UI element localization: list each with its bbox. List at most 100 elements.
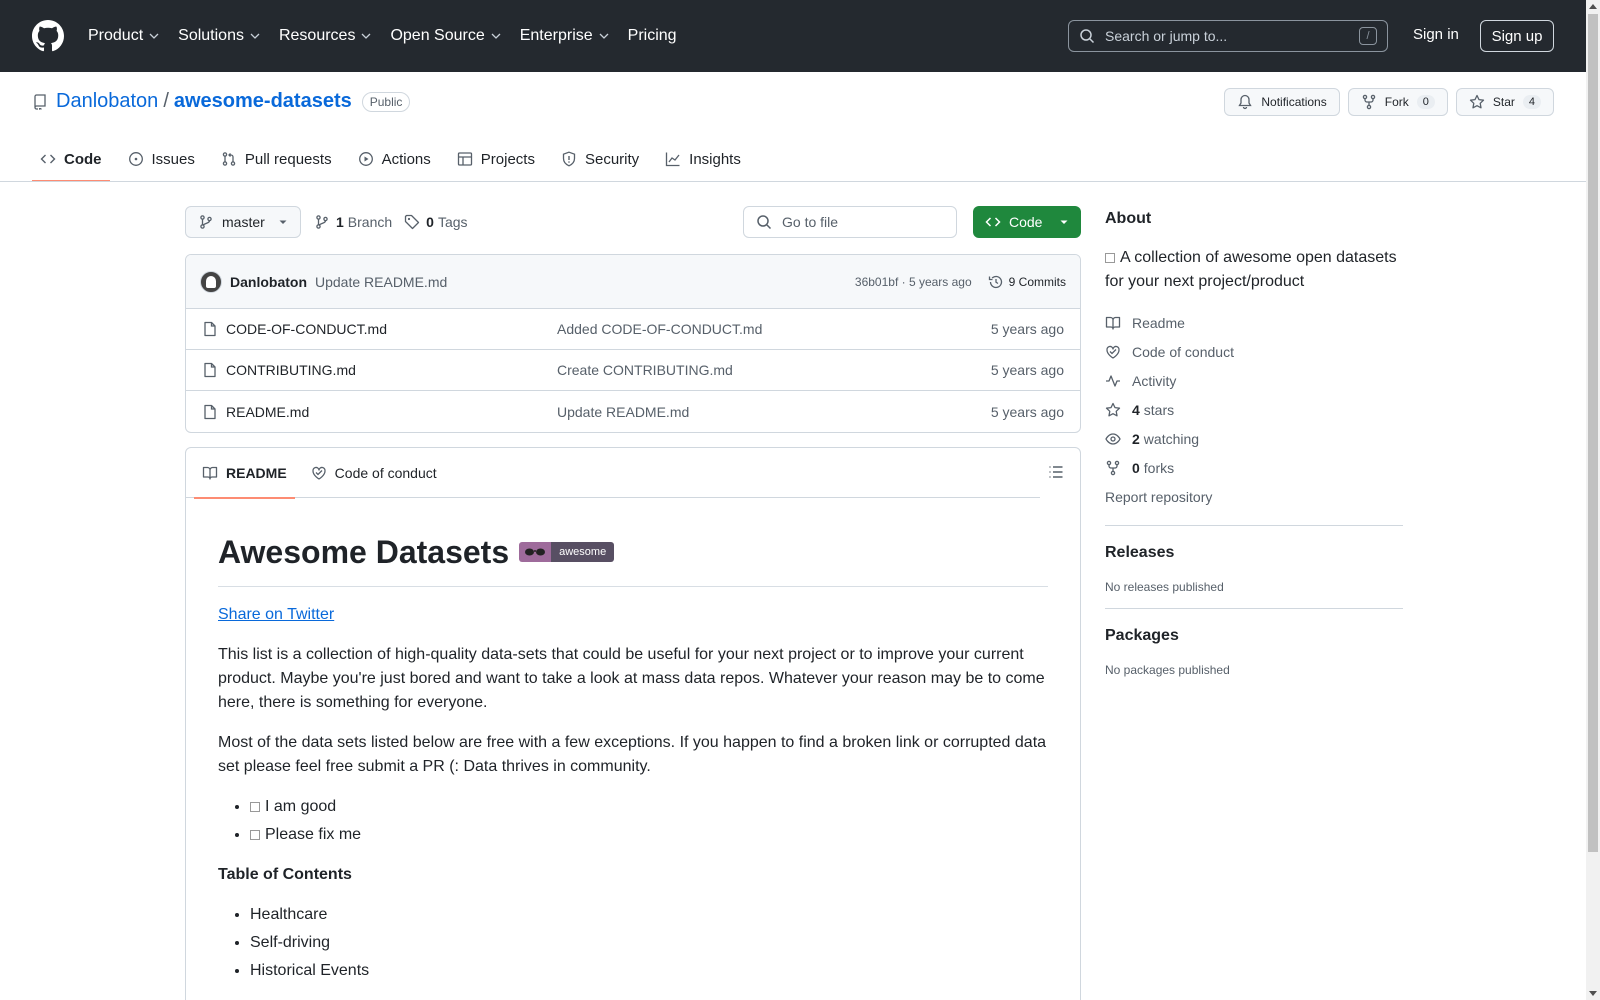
table-row[interactable]: CONTRIBUTING.md Create CONTRIBUTING.md 5… bbox=[186, 350, 1080, 391]
readme-title: Awesome Datasets awesome bbox=[218, 528, 1048, 587]
tab-issues-label: Issues bbox=[151, 150, 195, 168]
tab-code-of-conduct-label: Code of conduct bbox=[334, 464, 437, 481]
outline-list-icon[interactable] bbox=[1048, 464, 1064, 480]
nav-open-source[interactable]: Open Source bbox=[390, 27, 511, 45]
stars-link[interactable]: 4 stars bbox=[1105, 395, 1403, 424]
forks-label: forks bbox=[1143, 459, 1175, 476]
releases-empty: No releases published bbox=[1105, 580, 1224, 594]
tab-projects[interactable]: Projects bbox=[449, 138, 543, 180]
sign-up-button[interactable]: Sign up bbox=[1480, 20, 1554, 52]
readme-paragraph: Most of the data sets listed below are f… bbox=[218, 734, 1047, 775]
nav-enterprise[interactable]: Enterprise bbox=[520, 27, 620, 45]
report-repository-link[interactable]: Report repository bbox=[1105, 482, 1403, 511]
history-icon bbox=[988, 275, 1002, 288]
file-age: 5 years ago bbox=[990, 362, 1064, 378]
commits-link[interactable]: 9 Commits bbox=[988, 274, 1066, 290]
latest-commit-bar: Danlobaton Update README.md 36b01bf · 5 … bbox=[186, 255, 1080, 309]
code-dropdown-button[interactable]: Code bbox=[973, 206, 1081, 238]
scrollbar-thumb[interactable] bbox=[1588, 14, 1598, 852]
sign-in-link[interactable]: Sign in bbox=[1413, 26, 1459, 43]
tab-code-of-conduct[interactable]: Code of conduct bbox=[303, 448, 445, 498]
chevron-down-icon bbox=[491, 33, 501, 39]
code-of-conduct-link[interactable]: Code of conduct bbox=[1105, 337, 1403, 366]
tab-insights[interactable]: Insights bbox=[657, 138, 749, 180]
branch-select[interactable]: master bbox=[185, 206, 301, 238]
awesome-badge[interactable]: awesome bbox=[519, 542, 615, 562]
go-to-file-input[interactable]: Go to file bbox=[743, 206, 957, 238]
branch-name: master bbox=[222, 214, 265, 230]
search-icon bbox=[757, 215, 772, 230]
tab-pull-requests[interactable]: Pull requests bbox=[213, 138, 340, 180]
file-commit-message[interactable]: Added CODE-OF-CONDUCT.md bbox=[557, 321, 991, 337]
activity-link[interactable]: Activity bbox=[1105, 366, 1403, 395]
forks-link[interactable]: 0 forks bbox=[1105, 453, 1403, 482]
repo-name-link[interactable]: awesome-datasets bbox=[174, 90, 352, 113]
nav-product[interactable]: Product bbox=[88, 27, 170, 45]
commit-hash-age[interactable]: 36b01bf · 5 years ago bbox=[855, 275, 972, 289]
releases-heading[interactable]: Releases bbox=[1105, 544, 1403, 562]
list-item: Please fix me bbox=[250, 823, 1048, 847]
repo-actions: Notifications Fork 0 Star 4 bbox=[1224, 88, 1554, 116]
scroll-up-arrow-icon[interactable] bbox=[1589, 4, 1597, 9]
activity-link-label: Activity bbox=[1132, 372, 1177, 389]
readme-link[interactable]: Readme bbox=[1105, 308, 1403, 337]
nav-resources[interactable]: Resources bbox=[279, 27, 382, 45]
toc-heading: Table of Contents bbox=[218, 866, 352, 883]
readme-title-text: Awesome Datasets bbox=[218, 534, 510, 570]
share-on-twitter-link[interactable]: Share on Twitter bbox=[218, 606, 334, 623]
legend-list: I am good Please fix me bbox=[250, 795, 1048, 847]
watching-link[interactable]: 2 watching bbox=[1105, 424, 1403, 453]
scroll-down-arrow-icon[interactable] bbox=[1589, 991, 1597, 996]
notifications-button[interactable]: Notifications bbox=[1224, 88, 1340, 116]
file-commit-message[interactable]: Update README.md bbox=[557, 404, 991, 420]
legend-good-label: I am good bbox=[265, 798, 337, 815]
tab-security[interactable]: Security bbox=[553, 138, 647, 180]
commit-message[interactable]: Update README.md bbox=[315, 274, 855, 290]
repo-owner-link[interactable]: Danlobaton bbox=[56, 90, 158, 113]
github-logo-icon[interactable] bbox=[32, 20, 64, 52]
star-icon bbox=[1469, 94, 1485, 109]
nav-solutions[interactable]: Solutions bbox=[178, 27, 271, 45]
tab-code[interactable]: Code bbox=[32, 138, 110, 182]
tab-readme[interactable]: README bbox=[194, 448, 295, 499]
tab-actions[interactable]: Actions bbox=[350, 138, 439, 180]
file-name-link[interactable]: CONTRIBUTING.md bbox=[226, 362, 557, 378]
status-marker-icon bbox=[250, 829, 260, 840]
fork-count: 0 bbox=[1416, 95, 1435, 109]
search-icon bbox=[1080, 29, 1095, 44]
commit-author[interactable]: Danlobaton bbox=[230, 274, 307, 290]
star-button[interactable]: Star 4 bbox=[1455, 88, 1554, 116]
fork-icon bbox=[1362, 94, 1375, 110]
repo-path-separator: / bbox=[163, 90, 169, 112]
list-item: Self-driving bbox=[250, 931, 1048, 955]
tab-issues[interactable]: Issues bbox=[120, 138, 203, 180]
star-label: Star bbox=[1492, 95, 1515, 109]
fork-button[interactable]: Fork 0 bbox=[1347, 88, 1448, 116]
caret-down-icon bbox=[279, 220, 287, 224]
code-of-conduct-icon bbox=[1106, 345, 1120, 359]
go-to-file-placeholder: Go to file bbox=[782, 214, 839, 230]
file-age: 5 years ago bbox=[990, 321, 1064, 337]
tag-count-label[interactable]: Tags bbox=[438, 214, 468, 230]
branch-icon bbox=[316, 215, 328, 229]
tab-code-label: Code bbox=[64, 150, 102, 168]
global-search-input[interactable]: Search or jump to... / bbox=[1068, 20, 1388, 52]
branch-icon bbox=[200, 215, 212, 229]
nav-enterprise-label: Enterprise bbox=[519, 27, 593, 44]
table-row[interactable]: README.md Update README.md 5 years ago bbox=[186, 391, 1080, 432]
packages-heading[interactable]: Packages bbox=[1105, 627, 1403, 645]
file-name-link[interactable]: CODE-OF-CONDUCT.md bbox=[226, 321, 557, 337]
graph-icon bbox=[666, 152, 680, 167]
file-commit-message[interactable]: Create CONTRIBUTING.md bbox=[557, 362, 991, 378]
avatar[interactable] bbox=[200, 270, 222, 293]
table-row[interactable]: CODE-OF-CONDUCT.md Added CODE-OF-CONDUCT… bbox=[186, 309, 1080, 350]
page-scrollbar[interactable] bbox=[1586, 0, 1600, 1000]
tabs-divider bbox=[0, 181, 1586, 182]
file-name-link[interactable]: README.md bbox=[226, 404, 557, 420]
emoji-placeholder-icon bbox=[1105, 252, 1115, 263]
pulse-icon bbox=[1106, 374, 1120, 387]
badge-text: awesome bbox=[551, 542, 615, 562]
issue-icon bbox=[128, 152, 143, 166]
branch-count-label[interactable]: Branch bbox=[348, 214, 392, 230]
nav-pricing[interactable]: Pricing bbox=[628, 27, 687, 45]
